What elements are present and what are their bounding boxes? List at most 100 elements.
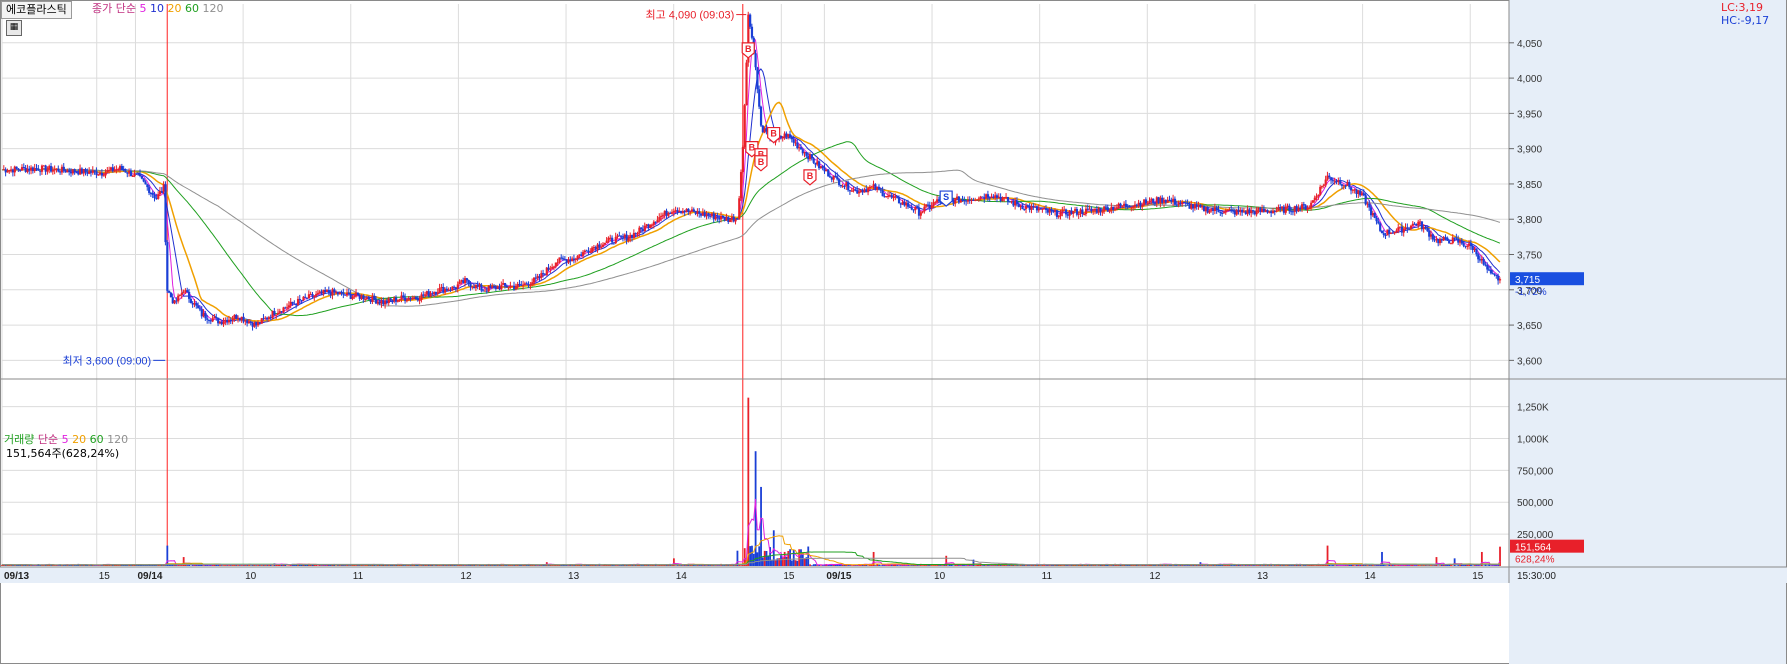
price-tick-label: 3,850 xyxy=(1517,180,1542,191)
candle-body xyxy=(222,321,225,325)
volume-bar xyxy=(1252,565,1254,566)
volume-bar xyxy=(676,565,679,566)
candle-body xyxy=(1081,209,1084,215)
volume-bar xyxy=(874,565,877,566)
candle-body xyxy=(754,53,757,68)
volume-bar xyxy=(1177,565,1180,566)
price-tick-label: 3,750 xyxy=(1517,251,1542,262)
volume-bar xyxy=(896,565,899,566)
candle-body xyxy=(204,312,207,319)
candle-body xyxy=(799,147,803,150)
candle-body xyxy=(168,290,171,293)
candle-body xyxy=(51,170,55,172)
candle-body xyxy=(414,297,418,299)
candle-body xyxy=(1275,210,1278,212)
current-change-label: -1,72% xyxy=(1515,287,1547,298)
volume-bar xyxy=(978,564,980,566)
legend-vol-ma5: 5 xyxy=(61,433,69,446)
time-tick-label: 10 xyxy=(245,571,257,582)
volume-bar xyxy=(50,565,53,566)
candle-body xyxy=(169,292,173,298)
volume-bar xyxy=(1386,565,1389,566)
candle-body xyxy=(1375,217,1378,222)
candle-body xyxy=(231,319,234,321)
candle-body xyxy=(100,172,104,176)
volume-bar xyxy=(402,565,405,566)
candle-body xyxy=(986,194,990,198)
candle-body xyxy=(1045,208,1048,210)
candle-body xyxy=(1493,273,1496,275)
candle-body xyxy=(603,242,606,245)
candle-body xyxy=(108,169,111,171)
volume-bar xyxy=(1326,545,1329,566)
candle-body xyxy=(1482,258,1485,265)
stock-name[interactable]: 에코플라스틱 xyxy=(1,1,72,19)
candle-body xyxy=(182,292,185,294)
candle-body xyxy=(1288,205,1291,212)
candle-body xyxy=(741,147,744,173)
volume-bar xyxy=(1232,565,1235,566)
volume-bar xyxy=(317,565,319,566)
volume-bar xyxy=(703,565,706,566)
stock-chart[interactable]: BBBBBBS 4,0504,0003,9503,9003,8503,8003,… xyxy=(0,0,1787,664)
candle-body xyxy=(827,169,830,177)
volume-bar xyxy=(921,565,924,566)
candle-body xyxy=(707,214,710,216)
candle-body xyxy=(661,214,665,216)
candle-body xyxy=(910,207,913,210)
volume-bar xyxy=(1041,565,1044,566)
candle-body xyxy=(582,252,585,256)
candle-body xyxy=(531,282,534,285)
legend-ma-type: 단순 xyxy=(115,2,136,15)
candle-body xyxy=(1380,230,1384,234)
candle-body xyxy=(692,209,695,212)
current-volume-ratio: 628,24% xyxy=(1515,555,1555,566)
volume-bar xyxy=(878,564,880,566)
candle-body xyxy=(68,170,71,173)
candle-body xyxy=(396,300,400,302)
candle-body xyxy=(1119,203,1122,206)
candle-body xyxy=(353,296,356,298)
candle-body xyxy=(881,190,884,197)
candle-body xyxy=(1446,237,1449,241)
candle-body xyxy=(1339,180,1342,185)
candle-body xyxy=(556,262,559,264)
axis-labels: 4,0504,0003,9503,9003,8503,8003,7503,700… xyxy=(4,9,1584,582)
price-tick-label: 3,650 xyxy=(1517,321,1542,332)
grid-toggle-icon[interactable]: ▦ xyxy=(6,20,22,36)
price-tick-label: 3,600 xyxy=(1517,356,1542,367)
candle-body xyxy=(781,137,784,139)
candle-body xyxy=(62,166,65,171)
volume-bar xyxy=(547,565,550,566)
candle-body xyxy=(1083,214,1086,216)
volume-bar xyxy=(760,486,762,566)
volume-bar xyxy=(780,555,782,566)
volume-bar xyxy=(947,565,949,566)
candle-body xyxy=(17,168,20,170)
candle-body xyxy=(739,172,743,199)
volume-bar xyxy=(217,565,220,566)
volume-bar xyxy=(456,565,459,566)
candle-body xyxy=(117,169,120,171)
candle-body xyxy=(347,292,350,295)
candle-body xyxy=(716,216,719,218)
candle-body xyxy=(1330,177,1333,181)
legend-volume-label: 거래량 xyxy=(4,433,35,446)
candle-body xyxy=(153,194,156,198)
volume-bar xyxy=(288,565,290,566)
candle-body xyxy=(1489,269,1493,274)
candle-body xyxy=(805,152,808,156)
time-tick-label: 11 xyxy=(353,571,364,582)
volume-bar xyxy=(867,565,870,566)
candle-body xyxy=(1328,175,1331,178)
candle-body xyxy=(656,219,659,223)
volume-bar xyxy=(796,560,799,566)
volume-bar xyxy=(110,565,112,566)
candle-body xyxy=(867,188,870,193)
candle-body xyxy=(206,318,209,320)
candle-body xyxy=(411,298,414,300)
volume-tick-label: 500,000 xyxy=(1517,498,1554,509)
candle-body xyxy=(189,298,193,304)
candle-body xyxy=(1006,196,1010,202)
candle-body xyxy=(850,190,853,192)
